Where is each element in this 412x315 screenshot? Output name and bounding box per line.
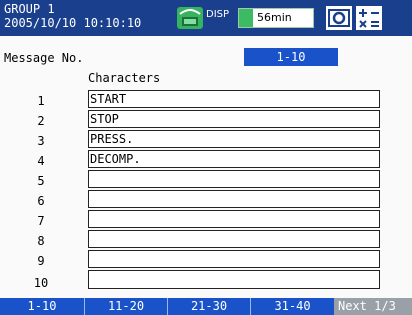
- softkey-1-10[interactable]: 1-10: [0, 298, 85, 315]
- row-number: 2: [37, 114, 45, 128]
- row-number: 1: [37, 94, 45, 108]
- message-field-6[interactable]: [88, 190, 380, 208]
- message-field-5[interactable]: [88, 170, 380, 188]
- message-no-label: Message No.: [4, 51, 84, 65]
- camera-icon: [326, 6, 352, 30]
- row-number: 5: [37, 174, 45, 188]
- softkey-bar: 1-10 11-20 21-30 31-40 Next 1/3: [0, 298, 412, 315]
- message-field-10[interactable]: [88, 270, 380, 289]
- softkey-21-30[interactable]: 21-30: [168, 298, 251, 315]
- message-field-8[interactable]: [88, 230, 380, 248]
- message-field-1[interactable]: START: [88, 90, 380, 108]
- softkey-next-page[interactable]: Next 1/3: [334, 298, 412, 315]
- memory-level-bar: [239, 9, 253, 27]
- softkey-31-40[interactable]: 31-40: [251, 298, 334, 315]
- math-icon: [356, 6, 382, 30]
- group-title: GROUP 1: [4, 2, 55, 16]
- status-header: GROUP 1 2005/10/10 10:10:10 DISP 56min: [0, 0, 412, 36]
- message-field-4[interactable]: DECOMP.: [88, 150, 380, 168]
- row-number: 8: [37, 234, 45, 248]
- characters-label: Characters: [88, 71, 161, 85]
- row-number: 9: [37, 254, 45, 268]
- row-number: 6: [37, 194, 45, 208]
- message-field-2[interactable]: STOP: [88, 110, 380, 128]
- message-field-3[interactable]: PRESS.: [88, 130, 380, 148]
- memory-time-remaining: 56min: [238, 8, 314, 28]
- message-field-9[interactable]: [88, 250, 380, 268]
- message-field-7[interactable]: [88, 210, 380, 228]
- message-no-selector[interactable]: 1-10: [244, 48, 338, 66]
- row-number: 4: [37, 154, 45, 168]
- row-number: 3: [37, 134, 45, 148]
- datetime: 2005/10/10 10:10:10: [4, 16, 142, 30]
- disp-label: DISP: [206, 9, 230, 20]
- time-remaining-text: 56min: [257, 11, 292, 24]
- row-number: 7: [37, 214, 45, 228]
- memory-icon: [177, 7, 203, 29]
- softkey-11-20[interactable]: 11-20: [85, 298, 168, 315]
- row-number: 10: [33, 276, 49, 290]
